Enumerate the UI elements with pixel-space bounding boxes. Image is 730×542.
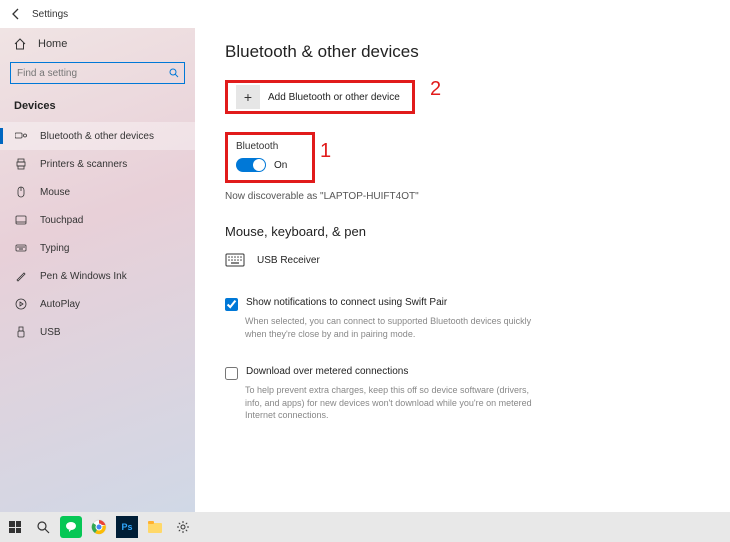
window-title: Settings: [32, 9, 68, 20]
swift-pair-checkbox[interactable]: [225, 298, 238, 311]
nav-pen[interactable]: Pen & Windows Ink: [0, 262, 195, 290]
bluetooth-heading: Bluetooth: [236, 141, 304, 152]
bluetooth-toggle[interactable]: [236, 158, 266, 172]
nav-mouse[interactable]: Mouse: [0, 178, 195, 206]
page-title: Bluetooth & other devices: [225, 42, 700, 62]
device-label: USB Receiver: [257, 255, 320, 266]
section-mouse-title: Mouse, keyboard, & pen: [225, 224, 700, 239]
nav-label: Printers & scanners: [40, 159, 127, 170]
bluetooth-icon: [14, 130, 28, 142]
nav-label: Mouse: [40, 187, 70, 198]
keyboard-device-icon: [225, 253, 247, 267]
plus-icon: +: [236, 85, 260, 109]
metered-desc: To help prevent extra charges, keep this…: [245, 384, 545, 422]
nav-label: AutoPlay: [40, 299, 80, 310]
metered-checkbox[interactable]: [225, 367, 238, 380]
home-label: Home: [38, 38, 67, 50]
home-link[interactable]: Home: [0, 32, 195, 56]
taskbar-app-photoshop[interactable]: Ps: [116, 516, 138, 538]
home-icon: [14, 38, 28, 50]
nav-label: Touchpad: [40, 215, 83, 226]
taskbar: Ps: [0, 512, 730, 542]
search-icon[interactable]: [169, 68, 179, 78]
taskbar-app-explorer[interactable]: [144, 516, 166, 538]
annotation-1: 1: [320, 140, 331, 163]
titlebar: Settings: [0, 0, 730, 28]
printer-icon: [14, 158, 28, 170]
autoplay-icon: [14, 298, 28, 310]
nav-printers[interactable]: Printers & scanners: [0, 150, 195, 178]
pen-icon: [14, 270, 28, 282]
add-device-button[interactable]: + Add Bluetooth or other device: [225, 80, 415, 114]
taskbar-settings-icon[interactable]: [172, 516, 194, 538]
touchpad-icon: [14, 214, 28, 226]
taskbar-app-chrome[interactable]: [88, 516, 110, 538]
add-device-label: Add Bluetooth or other device: [268, 92, 400, 103]
nav-autoplay[interactable]: AutoPlay: [0, 290, 195, 318]
nav-label: Typing: [40, 243, 69, 254]
nav-label: USB: [40, 327, 61, 338]
discoverable-text: Now discoverable as "LAPTOP-HUIFT4OT": [225, 191, 700, 202]
nav-typing[interactable]: Typing: [0, 234, 195, 262]
swift-pair-desc: When selected, you can connect to suppor…: [245, 315, 545, 340]
nav-bluetooth[interactable]: Bluetooth & other devices: [0, 122, 195, 150]
metered-option[interactable]: Download over metered connections: [225, 366, 700, 380]
nav-usb[interactable]: USB: [0, 318, 195, 346]
nav-label: Bluetooth & other devices: [40, 131, 154, 142]
bluetooth-block: Bluetooth On: [225, 132, 315, 183]
swift-pair-option[interactable]: Show notifications to connect using Swif…: [225, 297, 700, 311]
search-row: [10, 62, 185, 84]
nav-label: Pen & Windows Ink: [40, 271, 127, 282]
bluetooth-state: On: [274, 160, 287, 171]
start-button[interactable]: [4, 516, 26, 538]
annotation-2: 2: [430, 78, 441, 101]
usb-icon: [14, 326, 28, 338]
main-content: Bluetooth & other devices + Add Bluetoot…: [195, 28, 730, 512]
sidebar: Home Devices Bluetooth & other devices: [0, 28, 195, 512]
device-row[interactable]: USB Receiver: [225, 249, 700, 271]
taskbar-app-line[interactable]: [60, 516, 82, 538]
keyboard-icon: [14, 242, 28, 254]
metered-label: Download over metered connections: [246, 366, 408, 377]
back-icon[interactable]: [10, 8, 22, 20]
swift-pair-label: Show notifications to connect using Swif…: [246, 297, 447, 308]
mouse-icon: [14, 186, 28, 198]
nav-section-header: Devices: [0, 94, 195, 122]
search-input[interactable]: [10, 62, 185, 84]
taskbar-search-icon[interactable]: [32, 516, 54, 538]
nav-touchpad[interactable]: Touchpad: [0, 206, 195, 234]
